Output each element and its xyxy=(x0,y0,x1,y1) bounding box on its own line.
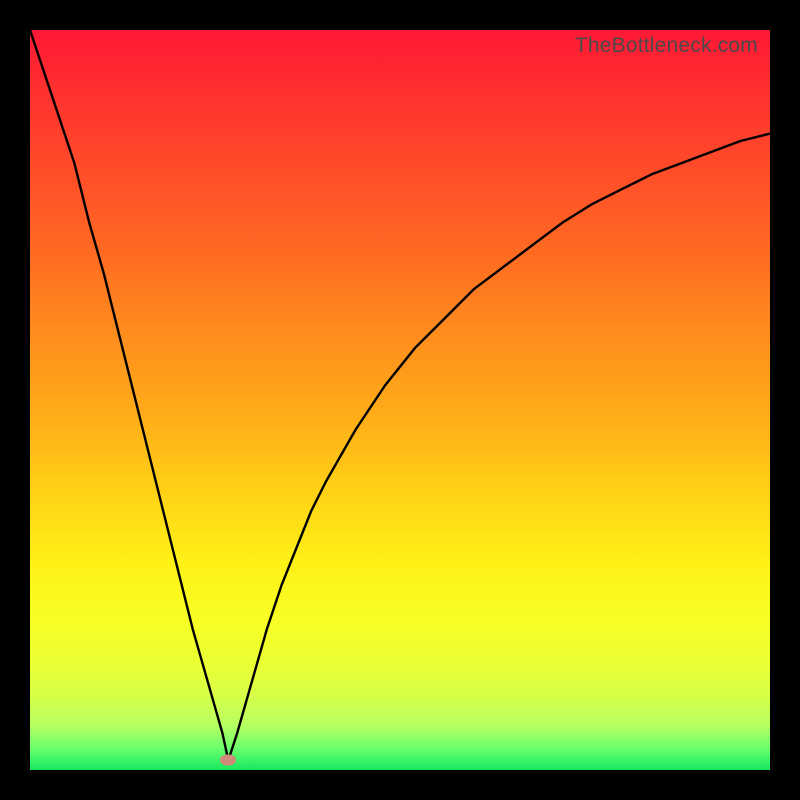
chart-frame: TheBottleneck.com xyxy=(0,0,800,800)
optimal-point-marker xyxy=(220,755,236,766)
plot-area: TheBottleneck.com xyxy=(30,30,770,770)
bottleneck-curve xyxy=(30,30,770,770)
